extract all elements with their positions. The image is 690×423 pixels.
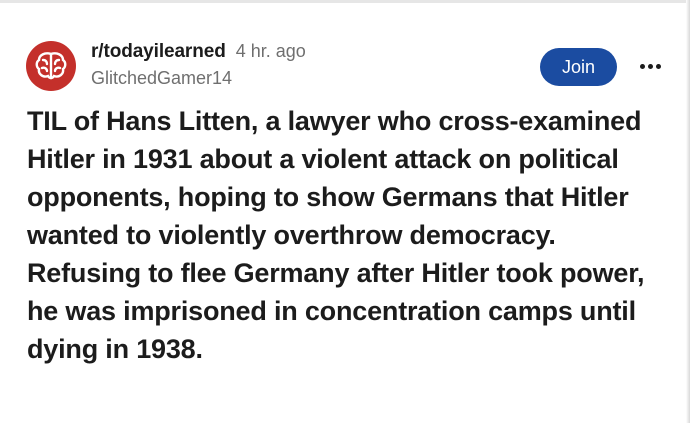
more-options-button[interactable]: [636, 56, 664, 76]
post-meta: r/todayilearned 4 hr. ago GlitchedGamer1…: [91, 41, 306, 89]
post-time: 4 hr. ago: [235, 41, 306, 61]
more-options-icon-dot: [655, 63, 661, 69]
right-edge-shadow: [686, 0, 690, 423]
top-divider: [0, 0, 690, 3]
join-button[interactable]: Join: [540, 48, 617, 86]
more-options-icon: [639, 63, 645, 69]
subreddit-avatar[interactable]: [26, 41, 76, 91]
more-options-icon-dot: [647, 63, 653, 69]
post-card: r/todayilearned 4 hr. ago GlitchedGamer1…: [0, 0, 690, 423]
post-meta-top: r/todayilearned 4 hr. ago: [91, 41, 306, 67]
author-username[interactable]: GlitchedGamer14: [91, 68, 306, 89]
post-title[interactable]: TIL of Hans Litten, a lawyer who cross-e…: [27, 102, 667, 368]
brain-icon: [35, 52, 67, 80]
subreddit-link[interactable]: r/todayilearned: [91, 41, 226, 63]
